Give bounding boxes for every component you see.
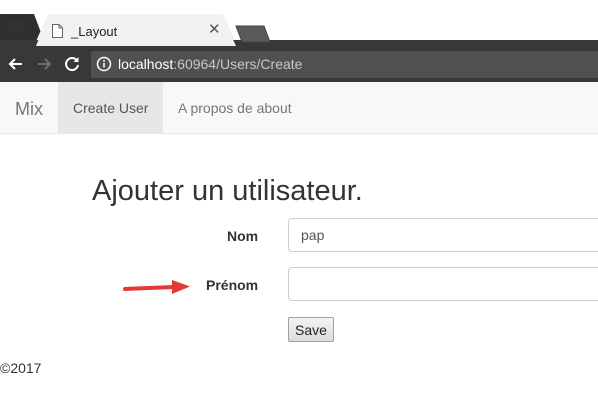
- page-title: Ajouter un utilisateur.: [92, 175, 363, 207]
- nav-link-create-user[interactable]: Create User: [73, 100, 148, 116]
- url-path: :60964/Users/Create: [173, 56, 303, 72]
- tab-strip-background: [0, 0, 598, 46]
- browser-tabstrip: _Layout ✕: [0, 0, 598, 46]
- url-text[interactable]: localhost:60964/Users/Create: [118, 56, 302, 72]
- forward-icon[interactable]: [34, 54, 54, 74]
- incognito-icon: [7, 21, 25, 37]
- nom-input[interactable]: [288, 218, 598, 252]
- prenom-input[interactable]: [288, 267, 598, 301]
- close-tab-button[interactable]: ✕: [208, 20, 221, 38]
- nom-label: Nom: [227, 228, 259, 244]
- url-host: localhost: [118, 56, 174, 72]
- footer-copyright: ©2017: [0, 360, 42, 376]
- prenom-label: Prénom: [206, 277, 259, 293]
- tab-title[interactable]: _Layout: [71, 24, 117, 39]
- app-navbar: Mix Create User A propos de about: [0, 82, 598, 134]
- back-icon[interactable]: [6, 54, 26, 74]
- red-arrow-annotation: [123, 280, 190, 294]
- reload-icon[interactable]: [62, 54, 82, 74]
- new-tab-button: [235, 25, 271, 43]
- info-icon[interactable]: [96, 56, 112, 72]
- nav-link-about[interactable]: A propos de about: [178, 100, 292, 116]
- page-icon: [52, 24, 63, 38]
- brand-link[interactable]: Mix: [15, 99, 43, 120]
- save-button[interactable]: Save: [288, 317, 334, 342]
